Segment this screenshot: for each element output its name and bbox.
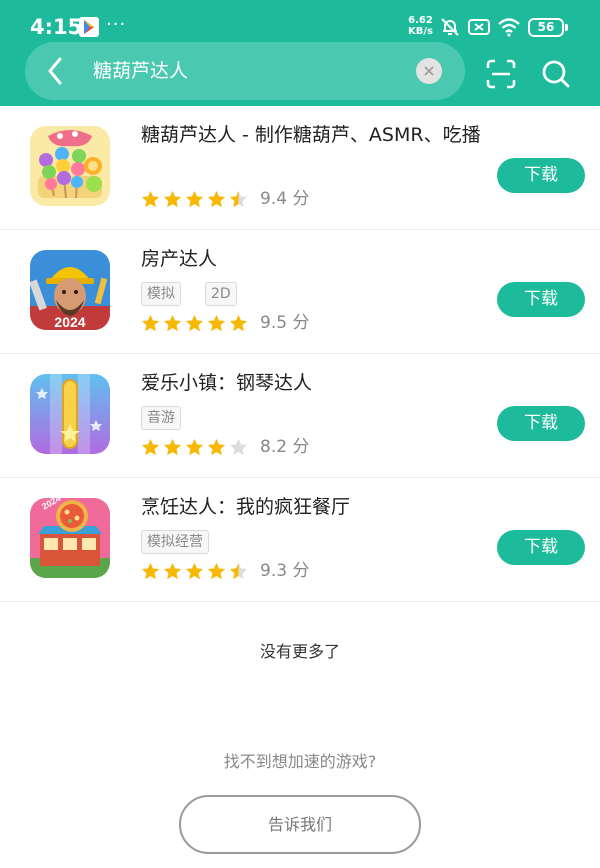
star-half-icon bbox=[229, 562, 248, 579]
status-bar: 4:15 ··· 6.62 KB/s 56 bbox=[0, 0, 600, 40]
tanghulu-app-icon[interactable] bbox=[30, 126, 110, 206]
status-time: 4:15 bbox=[30, 15, 83, 39]
net-speed-value: 6.62 bbox=[408, 15, 433, 26]
app-score: 8.2 分 bbox=[260, 437, 310, 457]
star-half-icon bbox=[229, 190, 248, 207]
star-full-icon bbox=[207, 314, 226, 331]
app-rating: 9.3 分 bbox=[141, 560, 309, 582]
app-score: 9.4 分 bbox=[260, 189, 310, 209]
app-rating: 9.4 分 bbox=[141, 188, 309, 210]
star-full-icon bbox=[207, 438, 226, 455]
app-title[interactable]: 爱乐小镇：钢琴达人 bbox=[141, 370, 312, 396]
star-full-icon bbox=[141, 314, 160, 331]
result-row[interactable]: 糖葫芦达人 - 制作糖葫芦、ASMR、吃播 9.4 分 下载 bbox=[0, 106, 600, 230]
download-button[interactable]: 下载 bbox=[497, 158, 585, 193]
app-title[interactable]: 糖葫芦达人 - 制作糖葫芦、ASMR、吃播 bbox=[141, 122, 481, 148]
star-full-icon bbox=[141, 438, 160, 455]
result-row[interactable]: 爱乐小镇：钢琴达人 音游 8.2 分 下载 bbox=[0, 354, 600, 478]
star-full-icon bbox=[163, 190, 182, 207]
star-rating bbox=[141, 562, 248, 581]
more-dots: ··· bbox=[106, 14, 127, 35]
genre-tag: 模拟经营 bbox=[141, 530, 209, 554]
app-title[interactable]: 房产达人 bbox=[141, 246, 217, 272]
real-estate-app-icon[interactable]: 2024 bbox=[30, 250, 110, 330]
mute-bell-icon bbox=[441, 18, 459, 36]
app-rating: 8.2 分 bbox=[141, 436, 309, 458]
app-score: 9.5 分 bbox=[260, 313, 310, 333]
star-rating bbox=[141, 438, 248, 457]
not-found-prompt: 找不到想加速的游戏? bbox=[223, 752, 377, 771]
star-full-icon bbox=[163, 438, 182, 455]
genre-tag: 音游 bbox=[141, 406, 181, 430]
star-rating bbox=[141, 314, 248, 333]
net-speed: 6.62 KB/s bbox=[408, 15, 433, 37]
result-row[interactable]: 2024 烹饪达人：我的疯狂餐厅 模拟经营 9.3 分 下载 bbox=[0, 478, 600, 602]
cooking-app-icon[interactable]: 2024 bbox=[30, 498, 110, 578]
top-header: 4:15 ··· 6.62 KB/s 56 糖葫芦达人 bbox=[0, 0, 600, 106]
star-rating bbox=[141, 190, 248, 209]
star-full-icon bbox=[185, 314, 204, 331]
search-icon[interactable] bbox=[541, 59, 571, 89]
piano-app-icon[interactable] bbox=[30, 374, 110, 454]
app-rating: 9.5 分 bbox=[141, 312, 309, 334]
download-button[interactable]: 下载 bbox=[497, 282, 585, 317]
search-bar[interactable] bbox=[25, 42, 465, 100]
back-arrow-icon[interactable] bbox=[44, 55, 66, 87]
app-score: 9.3 分 bbox=[260, 561, 310, 581]
wifi-icon bbox=[498, 18, 520, 37]
google-play-icon bbox=[79, 17, 99, 37]
result-row[interactable]: 2024 房产达人 模拟 2D 9.5 分 下载 bbox=[0, 230, 600, 354]
app-title[interactable]: 烹饪达人：我的疯狂餐厅 bbox=[141, 494, 350, 520]
star-full-icon bbox=[185, 190, 204, 207]
search-input[interactable]: 糖葫芦达人 bbox=[93, 58, 188, 84]
net-speed-unit: KB/s bbox=[408, 26, 433, 37]
search-results-list: 糖葫芦达人 - 制作糖葫芦、ASMR、吃播 9.4 分 下载 2024 房产达人… bbox=[0, 106, 600, 602]
star-full-icon bbox=[141, 190, 160, 207]
tag-list: 模拟 2D bbox=[141, 282, 237, 306]
icon-badge-2024: 2024 bbox=[54, 314, 85, 330]
star-full-icon bbox=[229, 314, 248, 331]
star-full-icon bbox=[163, 314, 182, 331]
star-full-icon bbox=[185, 438, 204, 455]
tag-list: 模拟经营 bbox=[141, 530, 209, 554]
sim-off-icon bbox=[468, 19, 490, 35]
genre-tag: 模拟 bbox=[141, 282, 181, 306]
star-full-icon bbox=[163, 562, 182, 579]
no-more-results: 没有更多了 bbox=[259, 642, 340, 661]
tell-us-button[interactable]: 告诉我们 bbox=[179, 795, 421, 854]
star-empty-icon bbox=[229, 438, 248, 455]
star-full-icon bbox=[185, 562, 204, 579]
star-full-icon bbox=[141, 562, 160, 579]
download-button[interactable]: 下载 bbox=[497, 406, 585, 441]
star-full-icon bbox=[207, 190, 226, 207]
download-button[interactable]: 下载 bbox=[497, 530, 585, 565]
tag-list: 音游 bbox=[141, 406, 181, 430]
battery-tip bbox=[565, 24, 568, 31]
scan-icon[interactable] bbox=[486, 59, 516, 89]
clear-icon bbox=[424, 66, 434, 76]
genre-tag: 2D bbox=[205, 282, 237, 306]
star-full-icon bbox=[207, 562, 226, 579]
clear-search-button[interactable] bbox=[416, 58, 442, 84]
battery-icon: 56 bbox=[528, 18, 564, 37]
